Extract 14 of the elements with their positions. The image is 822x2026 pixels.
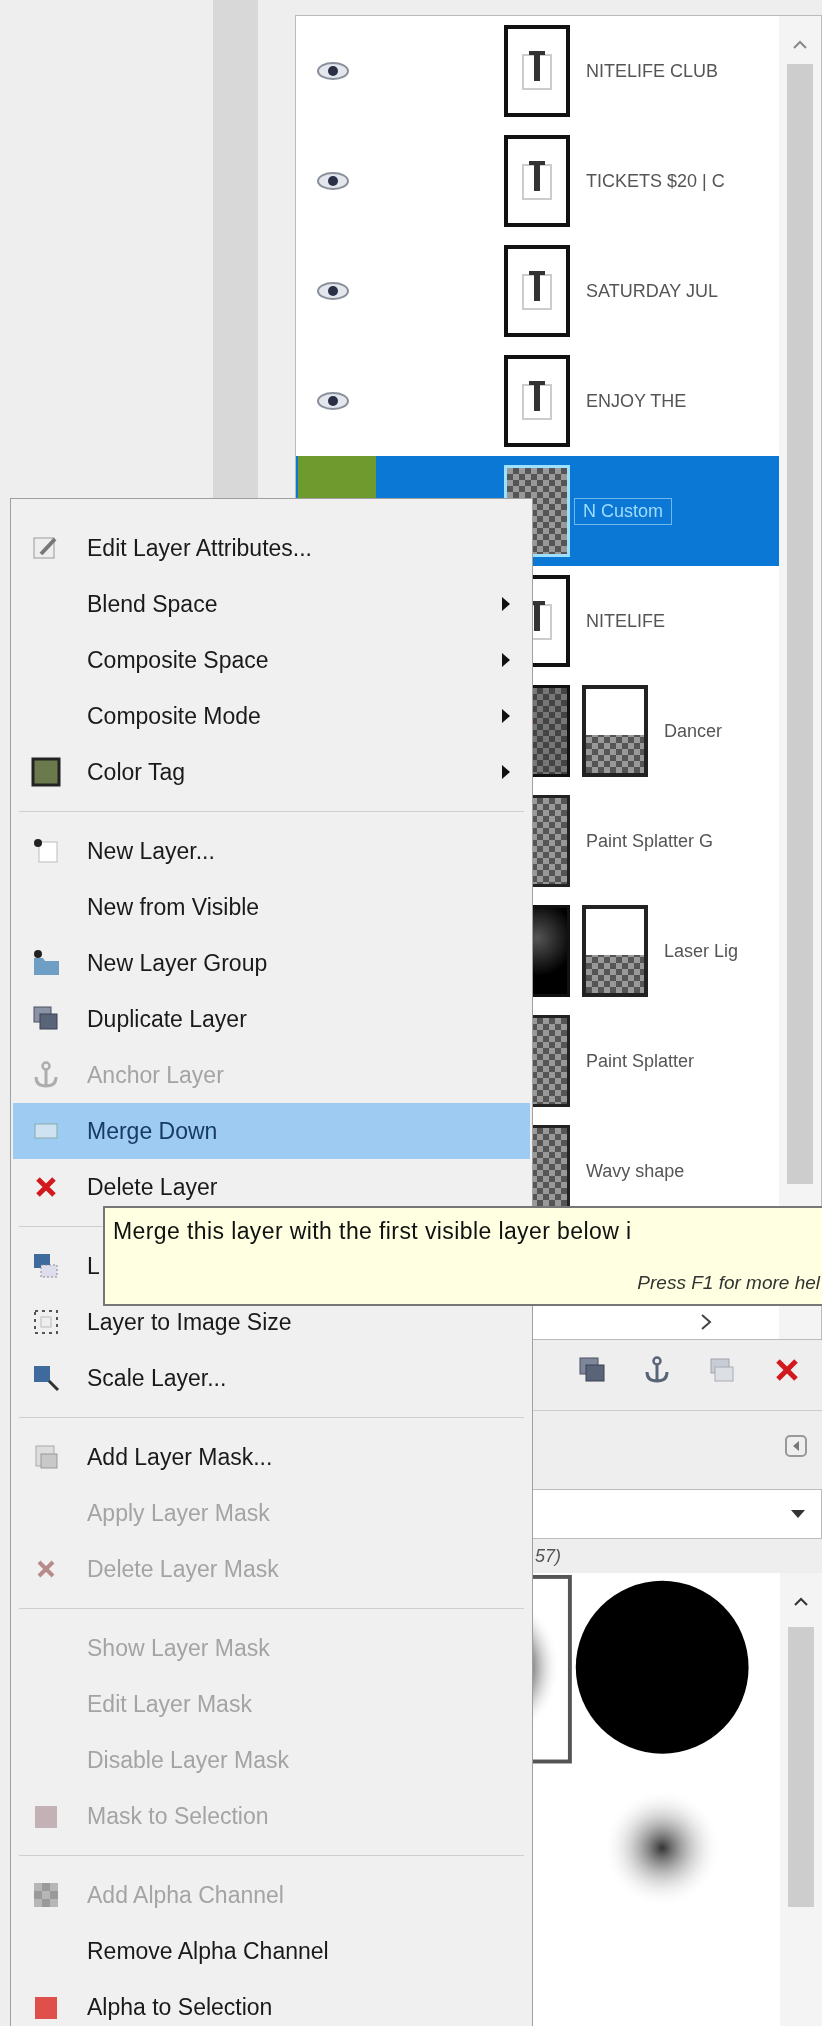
tooltip-hint: Press F1 for more hel [637,1272,820,1294]
layer-name: ENJOY THE [586,390,687,412]
layer-name: Laser Lig [664,940,739,962]
layer-name: TICKETS $20 | C [586,170,725,192]
layer-name: Dancer [664,720,723,742]
layer-name: SATURDAY JUL [586,280,719,302]
layer-name: NITELIFE [586,610,665,632]
layer-name: Paint Splatter G [586,830,714,852]
layer-name: N Custom [574,497,672,525]
layer-name: Paint Splatter [586,1050,695,1072]
layer-name: Wavy shape [586,1160,685,1182]
tooltip-text: Merge this layer with the first visible layer below i [113,1218,632,1245]
brush-size-label: 57) [535,1545,561,1567]
layer-name: NITELIFE CLUB [586,60,719,82]
